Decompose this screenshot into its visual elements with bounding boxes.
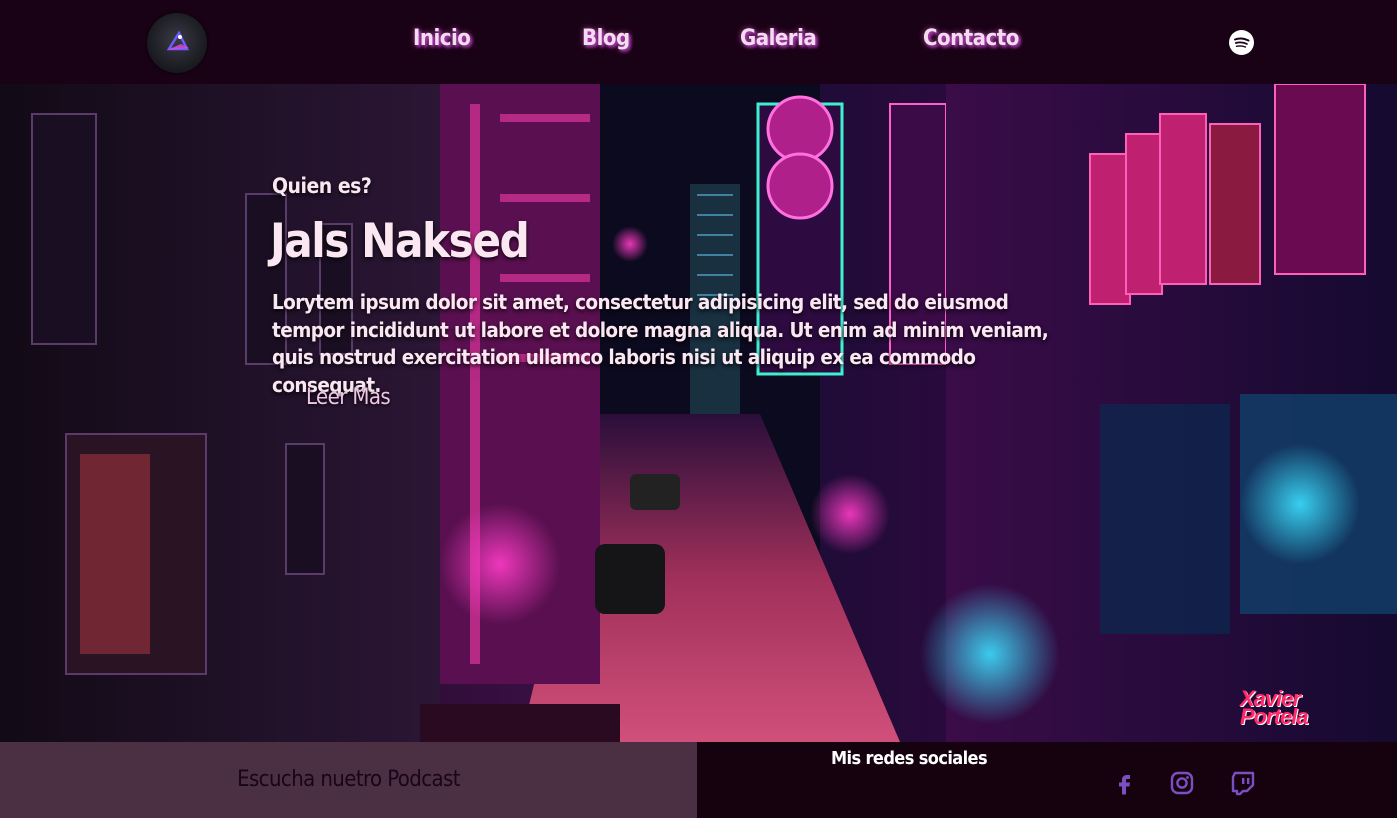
facebook-icon[interactable] — [1112, 770, 1138, 796]
podcast-label[interactable]: Escucha nuetro Podcast — [0, 767, 697, 792]
nav-link-blog[interactable]: Blog — [582, 26, 630, 51]
nav-link-inicio[interactable]: Inicio — [413, 26, 471, 51]
nav-link-contacto[interactable]: Contacto — [923, 26, 1019, 51]
hero-banner: Xavier Portela — [0, 84, 1397, 742]
hero-description: Lorytem ipsum dolor sit amet, consectetu… — [272, 290, 1049, 397]
twitch-icon[interactable] — [1230, 770, 1256, 796]
socials-panel — [697, 742, 1397, 818]
hero-kicker: Quien es? — [272, 174, 372, 198]
hero-title: Jals Naksed — [270, 214, 530, 269]
top-navbar — [0, 0, 1397, 84]
triangle-logo-icon[interactable] — [147, 13, 207, 73]
nav-link-galeria[interactable]: Galeria — [740, 26, 817, 51]
read-more-link[interactable]: Leer Mas — [306, 385, 391, 410]
spotify-icon[interactable] — [1229, 30, 1254, 55]
socials-title: Mis redes sociales — [831, 748, 988, 769]
instagram-icon[interactable] — [1169, 770, 1195, 796]
watermark-line-2: Portela — [1240, 704, 1309, 729]
photo-watermark: Xavier Portela — [1240, 688, 1309, 729]
neon-street-image — [0, 84, 1397, 742]
